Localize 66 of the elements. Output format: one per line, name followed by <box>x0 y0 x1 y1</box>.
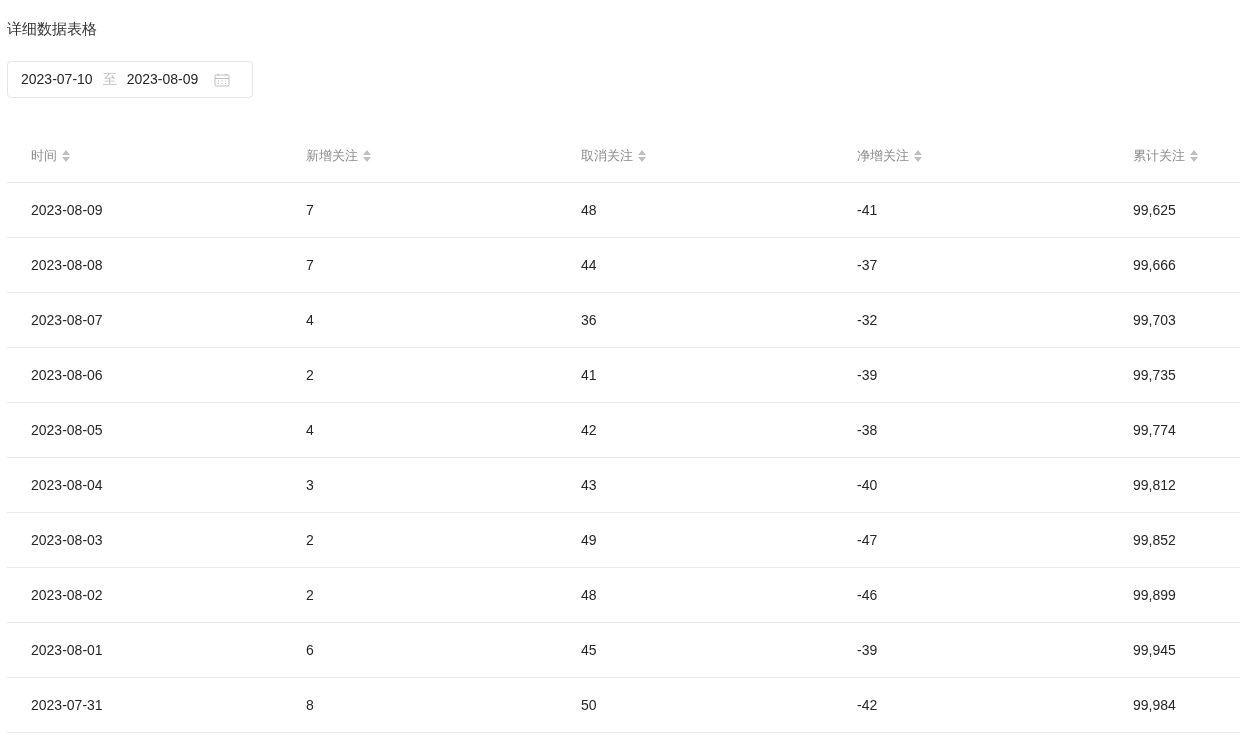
table-cell: 2023-08-08 <box>31 256 103 273</box>
start-date: 2023-07-10 <box>21 70 93 89</box>
sort-icon[interactable] <box>61 148 71 163</box>
table-cell: 2 <box>306 366 314 383</box>
table-cell: 99,666 <box>1133 256 1176 273</box>
table-cell: -32 <box>857 311 878 328</box>
column-header[interactable]: 累计关注 <box>1133 145 1185 166</box>
table-cell: -46 <box>857 586 878 603</box>
table-cell: 99,774 <box>1133 421 1176 438</box>
table-cell: -39 <box>857 641 878 658</box>
table-cell: 99,899 <box>1133 586 1176 603</box>
table-cell: 8 <box>306 696 314 713</box>
table-cell: 45 <box>581 641 597 658</box>
table-cell: 43 <box>581 476 597 493</box>
table-cell: 2023-07-31 <box>31 696 103 713</box>
table-cell: 36 <box>581 311 597 328</box>
table-cell: 2 <box>306 531 314 548</box>
table-cell: -42 <box>857 696 878 713</box>
table-cell: -47 <box>857 531 878 548</box>
table-cell: 44 <box>581 256 597 273</box>
table-cell: 2023-08-03 <box>31 531 103 548</box>
table-cell: -39 <box>857 366 878 383</box>
table-cell: 50 <box>581 696 597 713</box>
column-header[interactable]: 新增关注 <box>306 145 358 166</box>
table-cell: 3 <box>306 476 314 493</box>
table-cell: -37 <box>857 256 878 273</box>
table-cell: -41 <box>857 201 878 218</box>
table-cell: 2023-08-06 <box>31 366 103 383</box>
table-cell: 49 <box>581 531 597 548</box>
sort-icon[interactable] <box>637 148 647 163</box>
table-cell: 42 <box>581 421 597 438</box>
table-cell: 48 <box>581 586 597 603</box>
column-header[interactable]: 净增关注 <box>857 145 909 166</box>
table-cell: 99,945 <box>1133 641 1176 658</box>
table-cell: 4 <box>306 421 314 438</box>
sort-icon[interactable] <box>362 148 372 163</box>
table-cell: 99,984 <box>1133 696 1176 713</box>
table-cell: 41 <box>581 366 597 383</box>
table-cell: 99,812 <box>1133 476 1176 493</box>
table-cell: 2023-08-01 <box>31 641 103 658</box>
table-cell: 2023-08-04 <box>31 476 103 493</box>
section-title: 详细数据表格 <box>7 19 98 39</box>
table-cell: -40 <box>857 476 878 493</box>
table-cell: 99,852 <box>1133 531 1176 548</box>
table-cell: 99,625 <box>1133 201 1176 218</box>
table-cell: 2023-08-09 <box>31 201 103 218</box>
table-cell: 99,703 <box>1133 311 1176 328</box>
table-cell: 2023-08-07 <box>31 311 103 328</box>
table-cell: 48 <box>581 201 597 218</box>
table-cell: 4 <box>306 311 314 328</box>
table-cell: 2023-08-02 <box>31 586 103 603</box>
table-cell: 99,735 <box>1133 366 1176 383</box>
column-header[interactable]: 时间 <box>31 145 57 166</box>
sort-icon[interactable] <box>1189 148 1199 163</box>
calendar-icon <box>214 72 231 87</box>
sort-icon[interactable] <box>913 148 923 163</box>
table-cell: 7 <box>306 256 314 273</box>
end-date: 2023-08-09 <box>126 70 199 89</box>
table-cell: -38 <box>857 421 878 438</box>
column-header[interactable]: 取消关注 <box>581 145 633 166</box>
table-cell: 2 <box>306 586 314 603</box>
range-separator: 至 <box>102 70 117 89</box>
date-range-picker[interactable]: 2023-07-10 至 2023-08-09 <box>7 61 253 98</box>
table-cell: 6 <box>306 641 314 658</box>
table-cell: 2023-08-05 <box>31 421 103 438</box>
table-cell: 7 <box>306 201 314 218</box>
